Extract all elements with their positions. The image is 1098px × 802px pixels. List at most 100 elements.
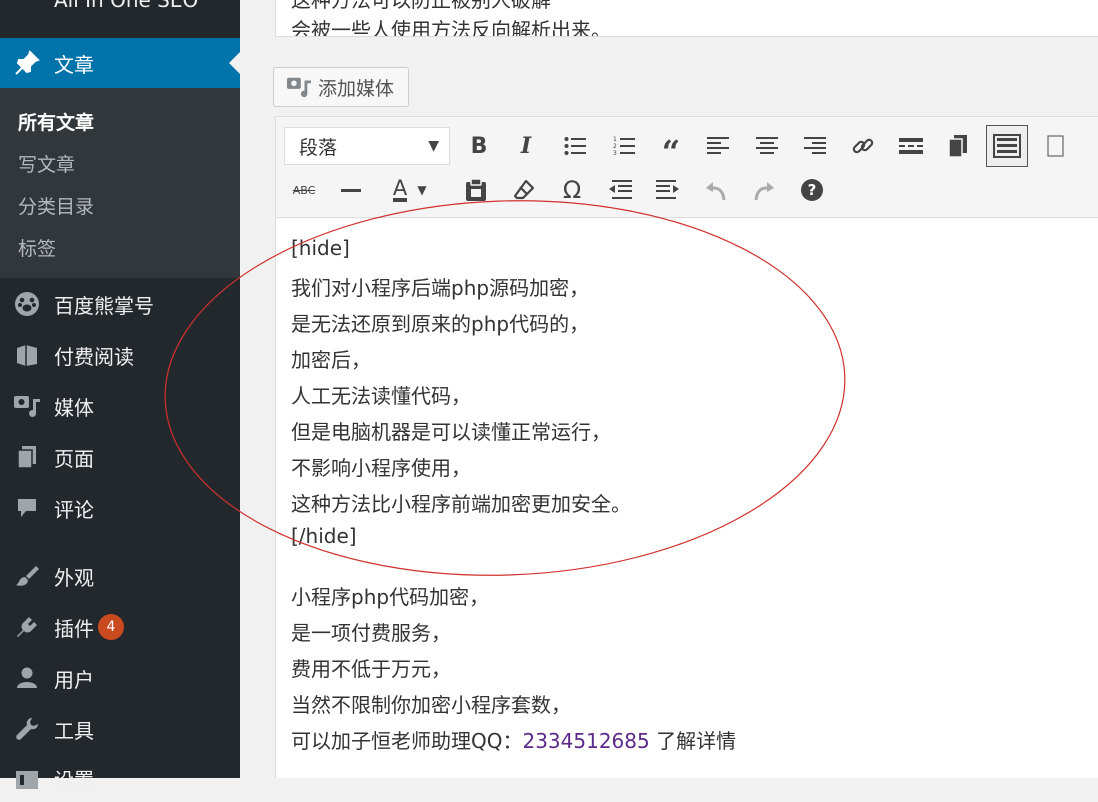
clipboard-icon — [466, 178, 486, 201]
svg-text:?: ? — [808, 181, 817, 199]
sidebar-item-pages[interactable]: 页面 — [0, 433, 240, 481]
media-icon — [286, 75, 312, 99]
media-icon — [13, 392, 41, 420]
align-left-icon — [707, 137, 729, 154]
paste-as-text-button[interactable] — [456, 170, 496, 210]
text-line: 会被一些人使用方法反向解析出来。 — [291, 18, 611, 37]
read-more-icon — [899, 138, 923, 154]
update-count-badge: 4 — [98, 614, 124, 640]
submenu-all-posts[interactable]: 所有文章 — [18, 108, 94, 135]
sidebar-item-paid-read[interactable]: 付费阅读 — [0, 331, 240, 379]
sidebar-item-users[interactable]: 用户 — [0, 654, 240, 702]
wrench-icon — [13, 715, 41, 743]
omega-icon: Ω — [562, 176, 582, 204]
indent-icon — [656, 180, 679, 199]
text-line: 是一项付费服务， — [291, 621, 451, 645]
sidebar-item-label: 页面 — [54, 446, 94, 471]
eraser-icon — [513, 179, 535, 200]
sidebar-item-label: 媒体 — [54, 395, 94, 420]
bullet-list-button[interactable] — [555, 126, 595, 166]
contact-suffix: 了解详情 — [649, 729, 737, 753]
strikethrough-button[interactable]: ABC — [284, 170, 324, 210]
add-media-button[interactable]: 添加媒体 — [273, 67, 409, 107]
brush-icon — [13, 562, 41, 590]
text-line: 费用不低于万元， — [291, 657, 451, 681]
read-more-button[interactable] — [891, 126, 931, 166]
comment-icon — [13, 494, 41, 522]
indent-button[interactable] — [648, 170, 688, 210]
sidebar-item-appearance[interactable]: 外观 — [0, 552, 240, 600]
text-line: 小程序php代码加密， — [291, 585, 490, 609]
page-break-button[interactable] — [938, 126, 978, 166]
numbered-list-icon: 123 — [613, 136, 635, 157]
plugin-icon — [13, 613, 41, 641]
sidebar-item-seo[interactable]: All In One SEO — [0, 0, 240, 24]
sidebar-item-label: 插件 — [54, 616, 94, 641]
outdent-button[interactable] — [600, 170, 640, 210]
chevron-down-icon: ▼ — [417, 183, 427, 197]
text-line: 这种方法可以防止被别人破解 — [291, 0, 551, 12]
sidebar-item-label: 外观 — [54, 565, 94, 590]
redo-icon — [754, 182, 774, 201]
qq-number: 2334512685 — [522, 729, 650, 753]
distraction-free-button[interactable] — [1036, 126, 1076, 166]
text-line: 是无法还原到原来的php代码的， — [291, 312, 590, 336]
text-line: [/hide] — [291, 524, 357, 548]
align-center-icon — [756, 137, 778, 154]
strikethrough-icon: ABC — [292, 183, 316, 197]
text-line: [hide] — [291, 236, 350, 260]
align-right-button[interactable] — [795, 126, 835, 166]
italic-button[interactable]: I — [506, 126, 546, 166]
toolbar-toggle-button[interactable] — [986, 125, 1028, 167]
sidebar-item-label: 设置 — [54, 767, 94, 792]
svg-text:2: 2 — [613, 143, 617, 150]
submenu-categories[interactable]: 分类目录 — [18, 192, 94, 219]
sidebar-item-label: 工具 — [54, 718, 94, 743]
sidebar-item-media[interactable]: 媒体 — [0, 382, 240, 430]
sidebar-item-label: 百度熊掌号 — [54, 293, 154, 318]
submenu-tags[interactable]: 标签 — [18, 234, 56, 261]
admin-sidebar: All In One SEO 文章 所有文章 写文章 分类目录 标签 百度熊掌号… — [0, 0, 240, 792]
format-select[interactable]: 段落 ▼ — [284, 127, 450, 165]
clear-formatting-button[interactable] — [504, 170, 544, 210]
sidebar-item-label: 评论 — [54, 497, 94, 522]
sidebar-item-settings[interactable]: 设置 — [0, 754, 240, 802]
keyboard-shortcuts-button[interactable]: ? — [792, 170, 832, 210]
undo-icon — [706, 182, 726, 201]
undo-button[interactable] — [696, 170, 736, 210]
help-icon: ? — [801, 179, 823, 201]
italic-icon: I — [520, 133, 532, 159]
sidebar-item-plugins[interactable]: 插件 4 — [0, 603, 240, 651]
text-color-dropdown[interactable]: ▼ — [412, 170, 432, 210]
text-color-icon: A — [392, 176, 408, 202]
settings-icon — [13, 764, 41, 792]
submenu-new-post[interactable]: 写文章 — [18, 150, 75, 177]
pin-icon — [13, 49, 41, 77]
align-left-button[interactable] — [698, 126, 738, 166]
special-character-button[interactable]: Ω — [552, 170, 592, 210]
format-select-value: 段落 — [299, 136, 338, 159]
editor-content[interactable]: [hide] 我们对小程序后端php源码加密， 是无法还原到原来的php代码的，… — [275, 218, 1098, 778]
sidebar-item-posts[interactable]: 文章 — [0, 38, 240, 88]
align-right-icon — [804, 137, 826, 154]
sidebar-item-tools[interactable]: 工具 — [0, 705, 240, 753]
bullet-list-icon — [564, 137, 586, 155]
text-line: 我们对小程序后端php源码加密， — [291, 276, 590, 300]
numbered-list-button[interactable]: 123 — [604, 126, 644, 166]
sidebar-item-label: All In One SEO — [54, 0, 199, 12]
align-center-button[interactable] — [747, 126, 787, 166]
quote-icon: “ — [661, 133, 681, 171]
sidebar-item-xzh[interactable]: 百度熊掌号 — [0, 280, 240, 328]
insert-link-button[interactable] — [843, 126, 883, 166]
sidebar-item-comments[interactable]: 评论 — [0, 484, 240, 532]
redo-button[interactable] — [744, 170, 784, 210]
add-media-label: 添加媒体 — [318, 77, 395, 100]
blockquote-button[interactable]: “ — [651, 126, 691, 171]
page-break-icon — [948, 135, 967, 158]
bold-button[interactable]: B — [459, 126, 499, 166]
horizontal-line-button[interactable] — [331, 170, 371, 210]
editor-toolbar: 段落 ▼ B I 123 “ ABC A ▼ Ω ? — [275, 116, 1098, 218]
contact-line: 可以加子恒老师助理QQ：2334512685 了解详情 — [291, 725, 736, 754]
seo-icon — [13, 0, 41, 14]
keyboard-icon — [993, 134, 1021, 158]
